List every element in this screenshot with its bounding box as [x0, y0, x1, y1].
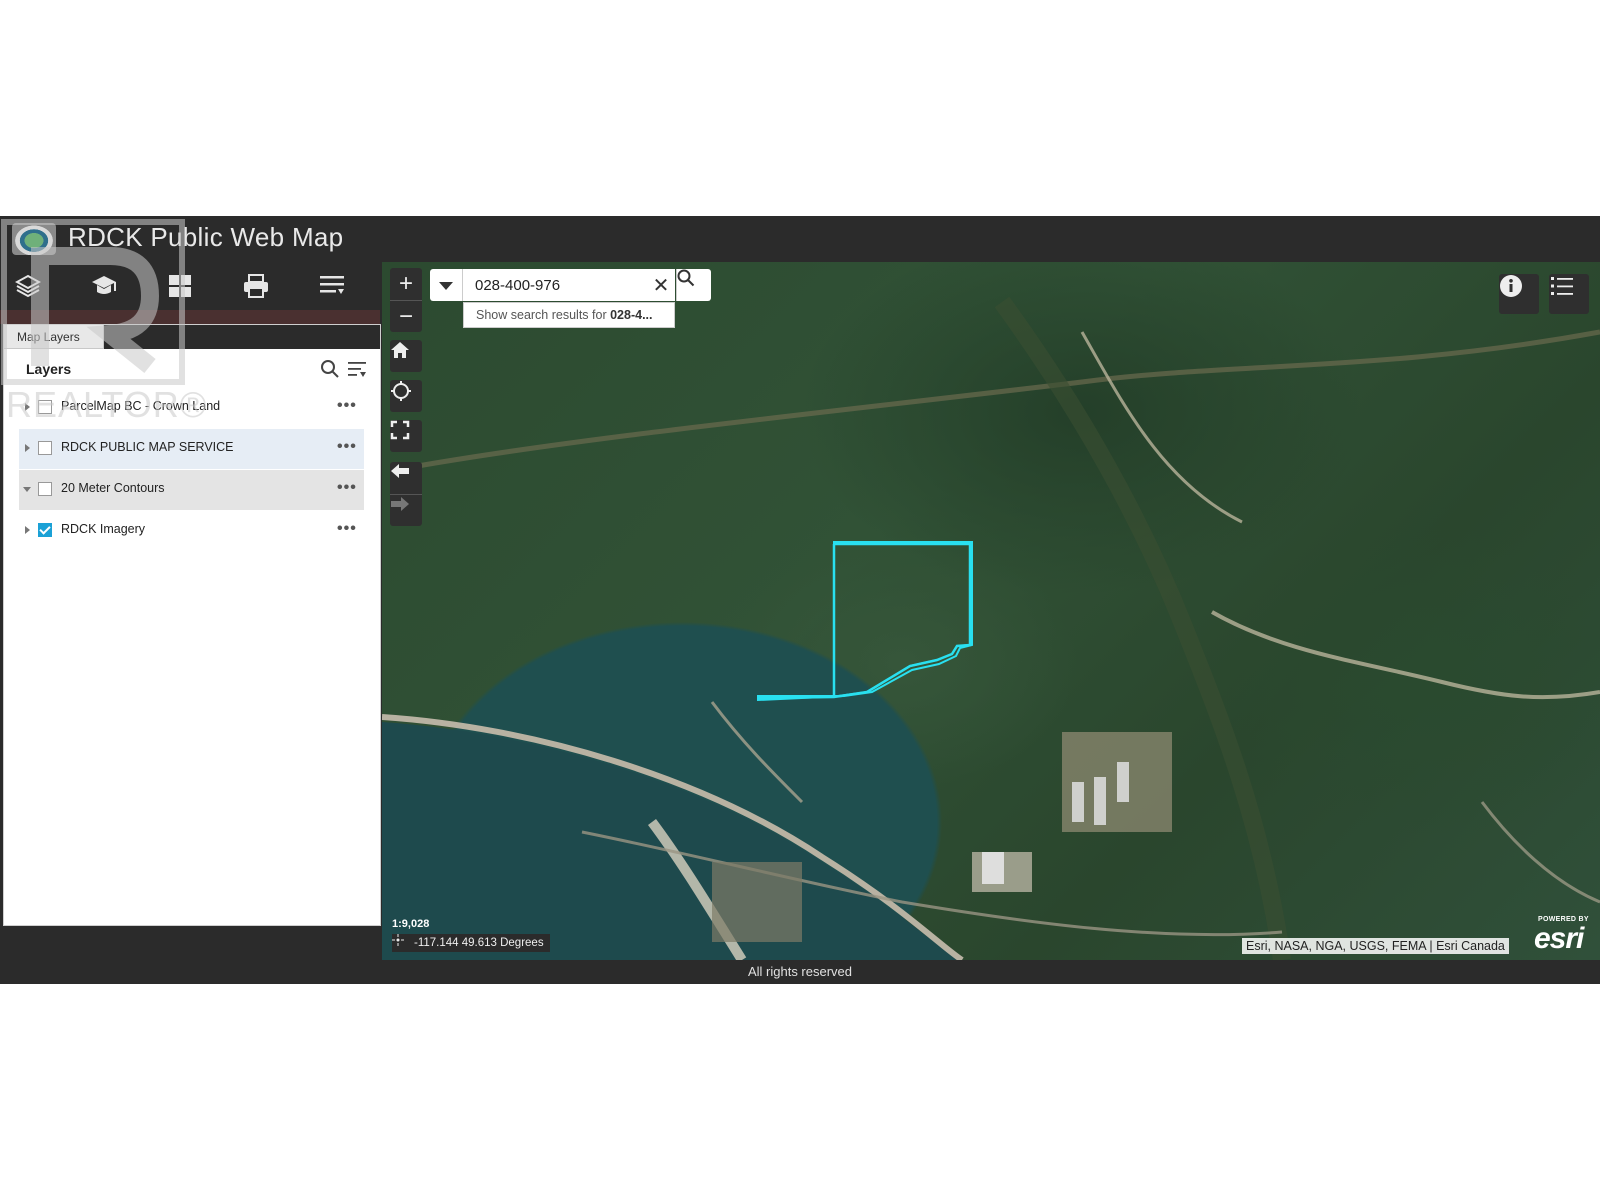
parcel-boundary[interactable] [757, 541, 973, 702]
map-attribution: Esri, NASA, NGA, USGS, FEMA | Esri Canad… [1242, 938, 1509, 954]
expand-arrow-icon[interactable] [25, 403, 30, 411]
suggestion-term: 028-4... [610, 308, 653, 322]
layer-list-icon[interactable] [1549, 274, 1589, 314]
coordinate-readout: -117.144 49.613 Degrees [392, 934, 550, 952]
search-source-dropdown[interactable] [430, 269, 463, 301]
more-options-icon[interactable]: ••• [337, 439, 357, 455]
layer-label: RDCK Imagery [61, 522, 146, 536]
expand-arrow-icon[interactable] [25, 526, 30, 534]
widget-toolbar [0, 262, 380, 310]
more-options-icon[interactable]: ••• [337, 398, 357, 414]
search-widget: ✕ [430, 269, 711, 301]
layer-row[interactable]: ParcelMap BC - Crown Land ••• [19, 388, 364, 428]
toolbar-accent [0, 310, 380, 324]
more-options-icon[interactable]: ••• [337, 480, 357, 496]
layer-row[interactable]: RDCK PUBLIC MAP SERVICE ••• [19, 429, 364, 469]
tab-strip [104, 325, 380, 349]
locate-icon[interactable] [390, 380, 422, 412]
layers-heading: Layers [26, 361, 72, 377]
filter-list-icon[interactable] [346, 359, 368, 379]
more-options-icon[interactable]: ••• [337, 521, 357, 537]
collapse-arrow-icon[interactable] [23, 487, 31, 492]
scale-bar-label: 1:9,028 [392, 918, 430, 930]
zoom-in-icon[interactable]: + [390, 268, 422, 300]
legend-icon[interactable] [82, 268, 126, 304]
crosshair-icon[interactable] [392, 934, 408, 948]
map-view[interactable]: + − ✕ Show search result [382, 262, 1600, 960]
layer-label: 20 Meter Contours [61, 481, 165, 495]
footer-text: All rights reserved [747, 964, 853, 979]
coordinate-text: -117.144 49.613 Degrees [414, 937, 544, 949]
search-input[interactable] [463, 269, 675, 301]
basemap-gallery-icon[interactable] [158, 268, 202, 304]
title-bar: RDCK Public Web Map [0, 216, 1600, 262]
layer-label: RDCK PUBLIC MAP SERVICE [61, 440, 234, 454]
layer-checkbox[interactable] [38, 482, 52, 496]
menu-icon[interactable] [310, 268, 354, 304]
footer-bar: All rights reserved [0, 960, 1600, 984]
fullscreen-icon[interactable] [390, 420, 422, 452]
search-suggestion[interactable]: Show search results for 028-4... [463, 302, 675, 328]
web-map-app: RDCK Public Web Map Map Layers Layers Pa… [0, 216, 1600, 984]
layer-checkbox-checked[interactable] [38, 523, 52, 537]
rdck-logo [12, 223, 56, 255]
layer-row[interactable]: RDCK Imagery ••• [19, 511, 364, 551]
map-layers-tab[interactable]: Map Layers [4, 325, 104, 349]
info-icon[interactable] [1499, 274, 1539, 314]
layer-label: ParcelMap BC - Crown Land [61, 399, 221, 413]
layer-checkbox[interactable] [38, 400, 52, 414]
app-title: RDCK Public Web Map [68, 222, 344, 252]
zoom-control: + − [390, 268, 422, 332]
close-icon[interactable]: ✕ [648, 269, 674, 301]
layers-icon[interactable] [6, 268, 50, 304]
esri-logo: POWERED BY esri [1528, 914, 1598, 958]
imagery-features [382, 296, 1600, 960]
next-extent-icon[interactable] [390, 494, 422, 526]
layer-row[interactable]: 20 Meter Contours ••• [19, 470, 364, 510]
esri-wordmark: esri [1534, 922, 1584, 955]
home-icon[interactable] [390, 340, 422, 372]
zoom-out-icon[interactable]: − [390, 300, 422, 332]
search-icon[interactable] [676, 269, 711, 301]
sidebar: Map Layers Layers ParcelMap BC - Crown L… [0, 262, 381, 940]
search-icon[interactable] [320, 359, 340, 379]
expand-arrow-icon[interactable] [25, 444, 30, 452]
layer-checkbox[interactable] [38, 441, 52, 455]
previous-extent-icon[interactable] [390, 462, 422, 494]
layers-panel: Map Layers Layers ParcelMap BC - Crown L… [3, 324, 381, 926]
suggestion-prefix: Show search results for [476, 308, 611, 322]
extent-navigation [390, 462, 422, 526]
print-icon[interactable] [234, 268, 278, 304]
